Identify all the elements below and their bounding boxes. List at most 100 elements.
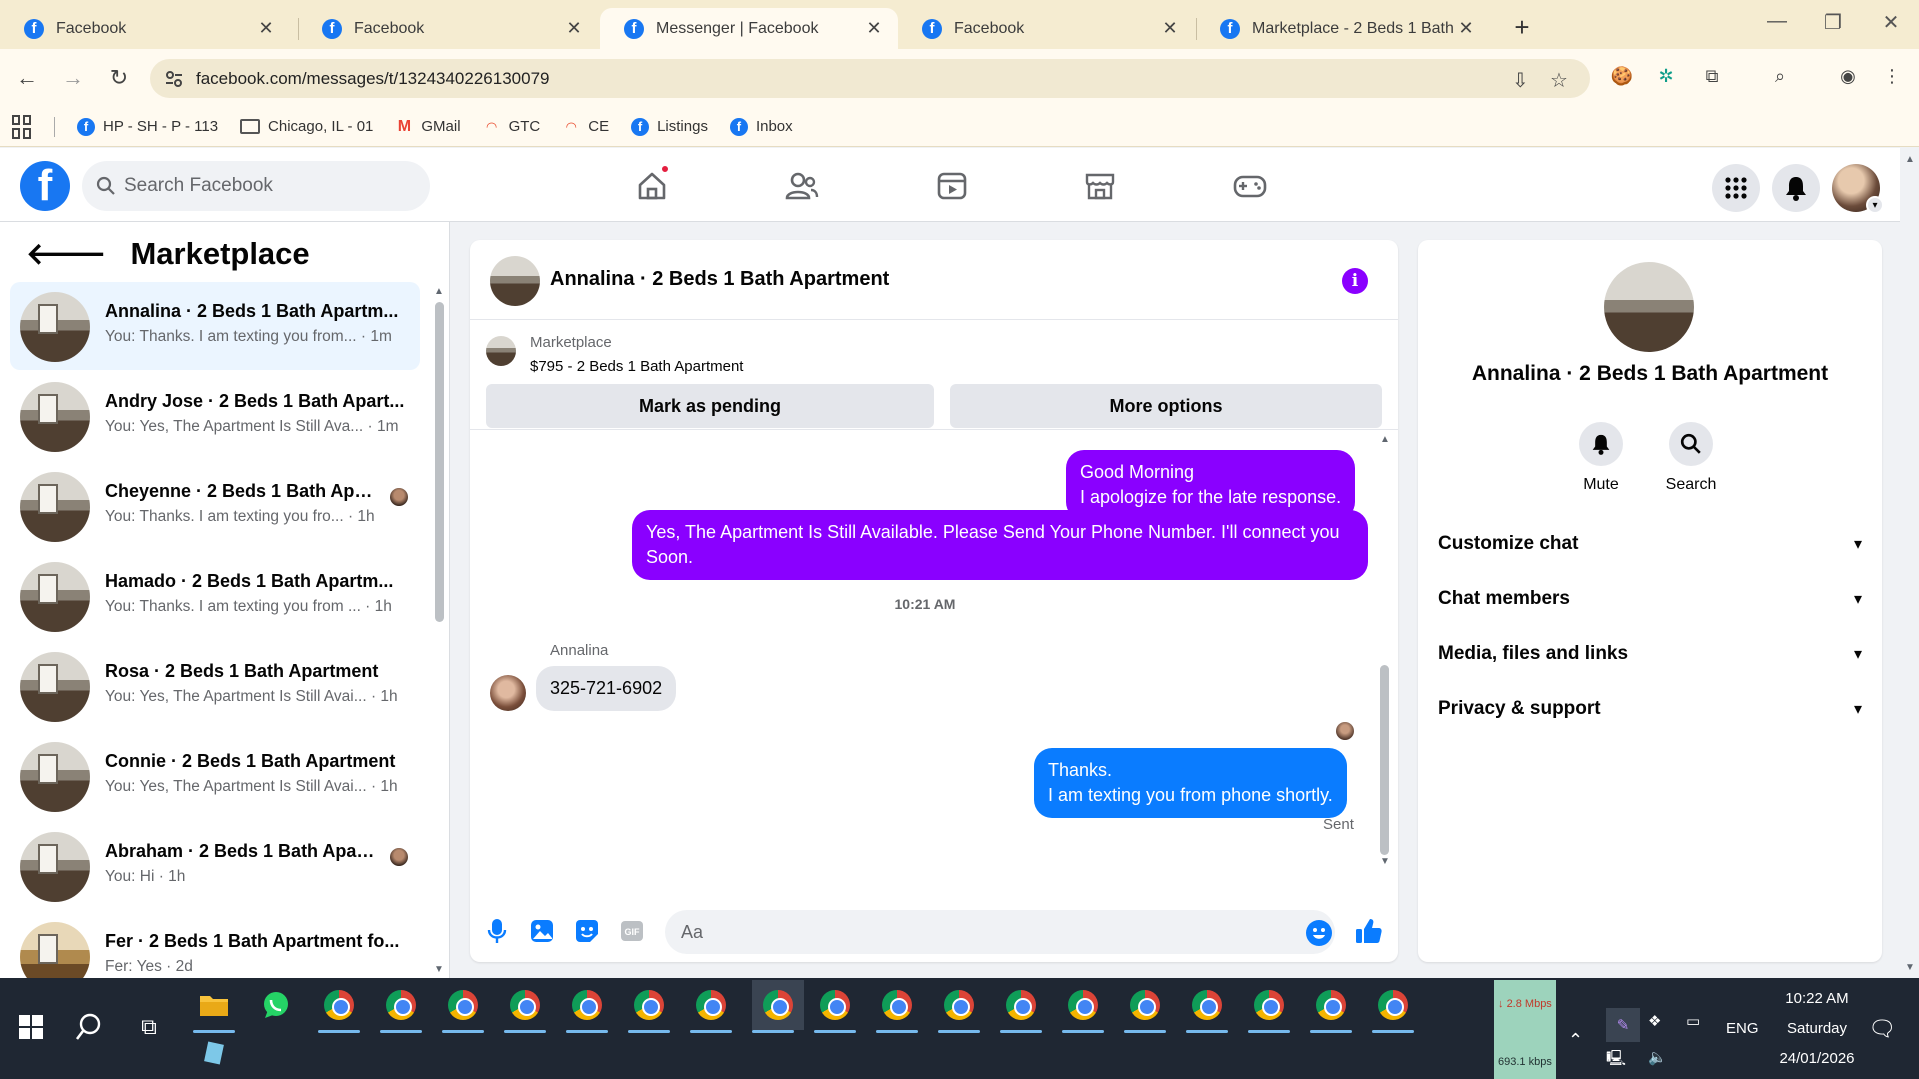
browser-tab-2[interactable]: f Facebook ✕: [298, 8, 598, 49]
thumbs-up-icon[interactable]: [1354, 916, 1384, 946]
conversation-item[interactable]: Connie · 2 Beds 1 Bath Apartment You: Ye…: [10, 732, 420, 820]
mark-pending-button[interactable]: Mark as pending: [486, 384, 934, 428]
chat-title[interactable]: Annalina · 2 Beds 1 Bath Apartment: [550, 268, 889, 291]
language-indicator[interactable]: ENG: [1726, 1020, 1759, 1037]
chat-avatar[interactable]: [490, 256, 540, 306]
scroll-down-icon[interactable]: ▼: [1905, 962, 1915, 973]
notepad-icon[interactable]: [193, 1032, 235, 1074]
search-facebook-input[interactable]: Search Facebook: [82, 161, 430, 211]
chrome-icon[interactable]: [690, 984, 732, 1026]
conversation-item[interactable]: Rosa · 2 Beds 1 Bath Apartment You: Yes,…: [10, 642, 420, 730]
message-bubble-outgoing[interactable]: Yes, The Apartment Is Still Available. P…: [632, 510, 1368, 580]
message-input[interactable]: Aa: [665, 910, 1335, 954]
network-speed-widget[interactable]: ↓ 2.8 Mbps 693.1 kbps: [1494, 980, 1556, 1079]
sidebar-scrollbar[interactable]: [435, 302, 444, 622]
bookmark-gmail[interactable]: M GMail: [395, 118, 461, 136]
back-button[interactable]: ←: [12, 63, 42, 93]
clock-date[interactable]: 24/01/2026: [1770, 1050, 1864, 1067]
sticker-icon[interactable]: [572, 916, 602, 946]
windows-start-icon[interactable]: [10, 1006, 52, 1048]
site-settings-icon[interactable]: [164, 69, 184, 89]
install-app-icon[interactable]: ⇩: [1512, 68, 1529, 93]
chrome-icon[interactable]: [1310, 984, 1352, 1026]
puzzle-extensions-icon[interactable]: ⧉: [1700, 64, 1724, 88]
close-icon[interactable]: ✕: [1456, 18, 1476, 39]
new-tab-button[interactable]: +: [1508, 12, 1536, 43]
bookmark-gtc[interactable]: ◠ GTC: [483, 118, 541, 136]
chrome-icon[interactable]: [504, 984, 546, 1026]
network-icon[interactable]: 🖳: [1606, 1048, 1626, 1073]
chrome-icon[interactable]: [1372, 984, 1414, 1026]
close-window-icon[interactable]: ✕: [1876, 10, 1906, 35]
mute-button[interactable]: Mute: [1561, 422, 1641, 494]
menu-kebab-icon[interactable]: ⋮: [1880, 64, 1904, 88]
address-bar[interactable]: facebook.com/messages/t/1324340226130079…: [150, 59, 1590, 98]
browser-tab-3[interactable]: f Messenger | Facebook ✕: [600, 8, 898, 49]
chrome-icon[interactable]: [318, 984, 360, 1026]
nav-friends[interactable]: [782, 168, 822, 204]
scroll-down-icon[interactable]: ▼: [434, 964, 444, 975]
scroll-up-icon[interactable]: ▲: [1905, 154, 1915, 165]
emoji-icon[interactable]: [1306, 920, 1332, 946]
show-hidden-icons-chevron[interactable]: ⌃: [1568, 1030, 1583, 1051]
forward-button[interactable]: →: [58, 63, 88, 93]
clock-day[interactable]: Saturday: [1777, 1020, 1857, 1037]
chrome-icon[interactable]: [938, 984, 980, 1026]
nav-watch[interactable]: [932, 168, 972, 204]
conversation-item[interactable]: Hamado · 2 Beds 1 Bath Apartm... You: Th…: [10, 552, 420, 640]
chrome-icon[interactable]: [1248, 984, 1290, 1026]
notifications-center-icon[interactable]: 🗨: [1868, 1016, 1896, 1042]
restore-icon[interactable]: ❐: [1818, 10, 1848, 35]
browser-tab-5[interactable]: f Marketplace - 2 Beds 1 Bath Ap ✕: [1196, 8, 1490, 49]
media-files-section[interactable]: Media, files and links ▾: [1438, 634, 1862, 674]
chrome-icon[interactable]: [628, 984, 670, 1026]
task-view-icon[interactable]: ⧉: [128, 1006, 170, 1048]
chrome-icon[interactable]: [1000, 984, 1042, 1026]
bookmark-hp-sh[interactable]: f HP - SH - P - 113: [77, 117, 218, 136]
dropbox-icon[interactable]: ❖: [1648, 1012, 1661, 1030]
scroll-down-icon[interactable]: ▼: [1380, 856, 1390, 867]
search-in-chat-button[interactable]: Search: [1651, 422, 1731, 494]
chat-members-section[interactable]: Chat members ▾: [1438, 579, 1862, 619]
more-options-button[interactable]: More options: [950, 384, 1382, 428]
message-bubble-incoming[interactable]: 325-721-6902: [536, 666, 677, 711]
chrome-icon[interactable]: [380, 984, 422, 1026]
bookmark-star-icon[interactable]: ☆: [1550, 68, 1568, 93]
listing-avatar[interactable]: [1604, 262, 1694, 352]
privacy-support-section[interactable]: Privacy & support ▾: [1438, 689, 1862, 729]
conversation-item[interactable]: Andry Jose · 2 Beds 1 Bath Apart... You:…: [10, 372, 420, 460]
account-avatar[interactable]: ▾: [1832, 164, 1884, 214]
nav-home[interactable]: [632, 164, 672, 204]
back-arrow-icon[interactable]: 🡐: [26, 236, 106, 272]
microphone-icon[interactable]: [482, 916, 512, 946]
search-icon[interactable]: [68, 1006, 110, 1048]
chrome-icon[interactable]: [566, 984, 608, 1026]
nav-marketplace[interactable]: [1080, 168, 1120, 204]
photo-icon[interactable]: [527, 916, 557, 946]
chrome-icon[interactable]: [1062, 984, 1104, 1026]
minimize-icon[interactable]: —: [1762, 10, 1792, 33]
bookmark-chicago[interactable]: Chicago, IL - 01: [240, 118, 373, 135]
clock-time[interactable]: 10:22 AM: [1777, 990, 1857, 1007]
bookmark-listings[interactable]: f Listings: [631, 117, 708, 136]
browser-tab-4[interactable]: f Facebook ✕: [898, 8, 1194, 49]
listing-price[interactable]: $795 - 2 Beds 1 Bath Apartment: [530, 358, 743, 375]
close-icon[interactable]: ✕: [256, 18, 276, 39]
apps-grid-icon[interactable]: [12, 114, 36, 139]
battery-icon[interactable]: ▭: [1686, 1012, 1700, 1030]
page-scrollbar[interactable]: ▲ ▼: [1900, 148, 1919, 978]
menu-button[interactable]: [1712, 164, 1760, 212]
notifications-button[interactable]: [1772, 164, 1820, 212]
file-explorer-icon[interactable]: [193, 984, 235, 1026]
close-icon[interactable]: ✕: [864, 18, 884, 39]
conversation-item[interactable]: Abraham · 2 Beds 1 Bath Apar... You: Hi …: [10, 822, 420, 910]
close-icon[interactable]: ✕: [1160, 18, 1180, 39]
cookie-extension-icon[interactable]: 🍪: [1610, 64, 1634, 88]
tab-search-icon[interactable]: ⌕: [1768, 64, 1792, 88]
chrome-icon[interactable]: [752, 980, 804, 1030]
chrome-icon[interactable]: [814, 984, 856, 1026]
pen-icon[interactable]: ✎: [1606, 1008, 1640, 1042]
chrome-icon[interactable]: [1124, 984, 1166, 1026]
gif-icon[interactable]: GIF: [617, 916, 647, 946]
scroll-up-icon[interactable]: ▲: [434, 286, 444, 297]
